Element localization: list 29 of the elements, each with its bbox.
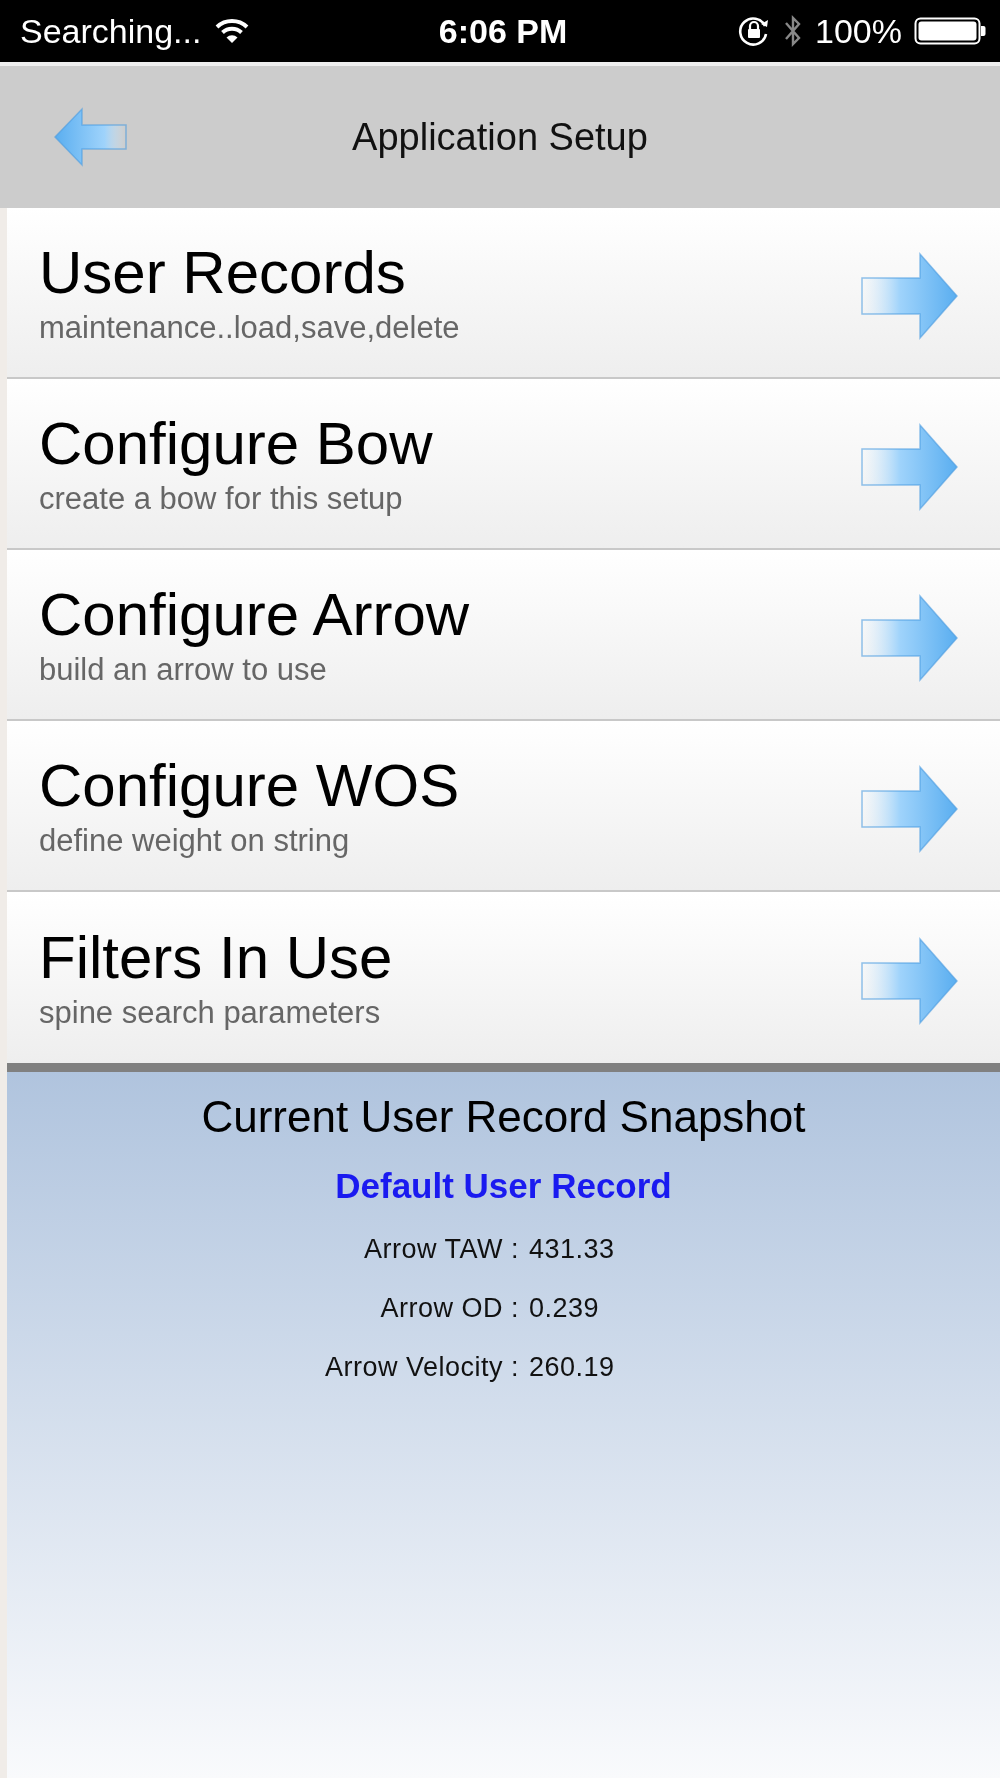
item-subtitle: define weight on string [39, 822, 351, 859]
menu-item[interactable]: Configure Bow create a bow for this setup [7, 379, 1000, 550]
snapshot-title: Current User Record Snapshot [201, 1092, 806, 1142]
item-subtitle: create a bow for this setup [39, 480, 404, 517]
menu-item[interactable]: Configure WOS define weight on string [7, 721, 1000, 892]
item-title: User Records [39, 239, 407, 306]
record-name: Default User Record [335, 1166, 672, 1206]
item-title: Configure WOS [39, 752, 460, 819]
item-title: Configure Bow [39, 410, 433, 477]
menu-item[interactable]: User Records maintenance..load,save,delete [7, 208, 1000, 379]
item-subtitle: maintenance..load,save,delete [39, 309, 460, 346]
field-label: Arrow OD : [379, 1293, 519, 1324]
item-subtitle: spine search parameters [39, 994, 382, 1031]
field-value: 431.33 [529, 1234, 615, 1265]
screen-title: Application Setup [352, 115, 648, 159]
battery-icon [914, 17, 986, 45]
field-label: Arrow TAW : [363, 1234, 519, 1265]
field-label: Arrow Velocity : [323, 1352, 519, 1383]
field-value: 260.19 [529, 1352, 615, 1383]
clock-text: 6:06 PM [438, 11, 568, 51]
menu-item[interactable]: Configure Arrow build an arrow to use [7, 550, 1000, 721]
wifi-icon [215, 18, 250, 44]
carrier-text: Searching... [20, 11, 202, 51]
battery-percent-text: 100% [815, 11, 902, 51]
item-subtitle: build an arrow to use [39, 651, 328, 688]
menu-item[interactable]: Filters In Use spine search parameters [7, 892, 1000, 1063]
item-title: Configure Arrow [39, 581, 470, 648]
item-title: Filters In Use [39, 924, 393, 991]
field-value: 0.239 [529, 1293, 601, 1324]
